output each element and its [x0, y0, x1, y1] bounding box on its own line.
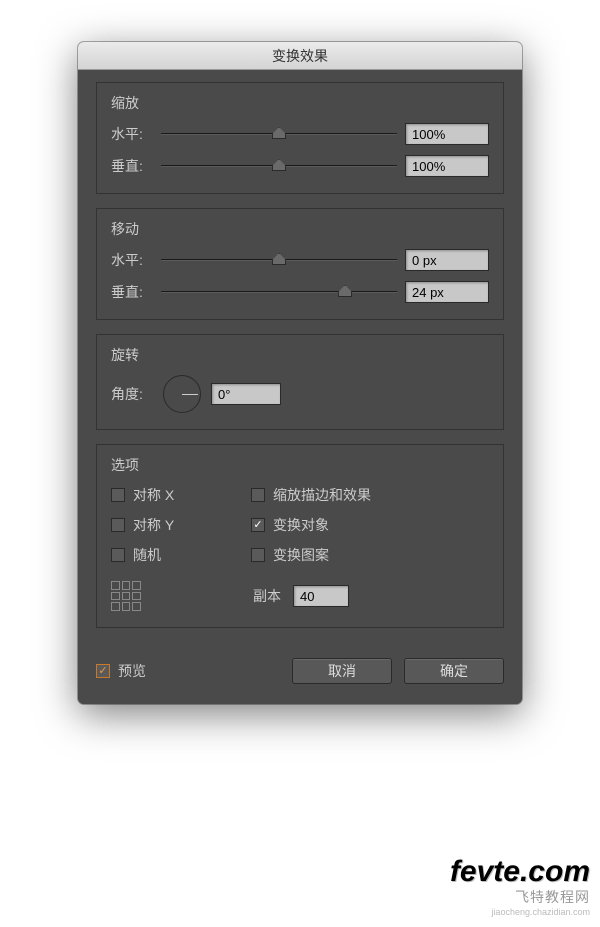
scale-group: 缩放 水平: 100% 垂直: 100% [96, 82, 504, 194]
scale-strokes-label: 缩放描边和效果 [273, 485, 371, 505]
checkbox-icon [251, 548, 265, 562]
checkbox-icon [111, 518, 125, 532]
transform-patterns-label: 变换图案 [273, 545, 329, 565]
preview-label: 预览 [118, 661, 146, 681]
move-horizontal-input[interactable]: 0 px [405, 249, 489, 271]
scale-horizontal-label: 水平: [111, 124, 153, 144]
watermark-main: fevte.com [450, 857, 590, 887]
transform-objects-label: 变换对象 [273, 515, 329, 535]
transform-objects-checkbox[interactable]: ✓ 变换对象 [251, 515, 329, 535]
transform-patterns-checkbox[interactable]: 变换图案 [251, 545, 329, 565]
scale-horizontal-slider[interactable] [161, 126, 397, 142]
copies-row: 副本 40 [111, 581, 489, 611]
move-group-label: 移动 [111, 219, 489, 239]
scale-horizontal-row: 水平: 100% [111, 123, 489, 145]
button-group: 取消 确定 [292, 658, 504, 684]
rotate-group: 旋转 角度: 0° [96, 334, 504, 430]
checkbox-icon: ✓ [251, 518, 265, 532]
bottom-row: ✓ 预览 取消 确定 [96, 658, 504, 684]
scale-strokes-checkbox[interactable]: 缩放描边和效果 [251, 485, 371, 505]
move-vertical-row: 垂直: 24 px [111, 281, 489, 303]
watermark: fevte.com 飞特教程网 jiaocheng.chazidian.com [450, 857, 590, 917]
options-group: 选项 对称 X 缩放描边和效果 对称 Y [96, 444, 504, 628]
reflect-y-checkbox[interactable]: 对称 Y [111, 515, 251, 535]
dialog-window: 变换效果 缩放 水平: 100% 垂直: 100% [78, 42, 522, 704]
dialog-content: 缩放 水平: 100% 垂直: 100% 移动 水平: [78, 70, 522, 704]
checkbox-icon [251, 488, 265, 502]
reflect-x-label: 对称 X [133, 485, 174, 505]
checkbox-icon [111, 488, 125, 502]
ok-button[interactable]: 确定 [404, 658, 504, 684]
angle-input[interactable]: 0° [211, 383, 281, 405]
copies-label: 副本 [253, 586, 281, 606]
watermark-sub: 飞特教程网 [450, 887, 590, 907]
preview-checkbox[interactable]: ✓ 预览 [96, 661, 146, 681]
random-label: 随机 [133, 545, 161, 565]
scale-vertical-row: 垂直: 100% [111, 155, 489, 177]
scale-vertical-label: 垂直: [111, 156, 153, 176]
watermark-tiny: jiaocheng.chazidian.com [450, 907, 590, 917]
angle-row: 角度: 0° [111, 375, 489, 413]
reflect-y-label: 对称 Y [133, 515, 174, 535]
move-horizontal-label: 水平: [111, 250, 153, 270]
move-horizontal-row: 水平: 0 px [111, 249, 489, 271]
move-group: 移动 水平: 0 px 垂直: 24 px [96, 208, 504, 320]
options-group-label: 选项 [111, 455, 489, 475]
angle-dial[interactable] [163, 375, 201, 413]
dialog-title: 变换效果 [272, 46, 328, 66]
checkbox-icon [111, 548, 125, 562]
move-horizontal-slider[interactable] [161, 252, 397, 268]
scale-horizontal-input[interactable]: 100% [405, 123, 489, 145]
reflect-x-checkbox[interactable]: 对称 X [111, 485, 251, 505]
angle-label: 角度: [111, 384, 153, 404]
cancel-button[interactable]: 取消 [292, 658, 392, 684]
scale-vertical-slider[interactable] [161, 158, 397, 174]
move-vertical-input[interactable]: 24 px [405, 281, 489, 303]
scale-group-label: 缩放 [111, 93, 489, 113]
copies-input[interactable]: 40 [293, 585, 349, 607]
move-vertical-slider[interactable] [161, 284, 397, 300]
rotate-group-label: 旋转 [111, 345, 489, 365]
registration-point[interactable] [111, 581, 141, 611]
checkbox-icon: ✓ [96, 664, 110, 678]
scale-vertical-input[interactable]: 100% [405, 155, 489, 177]
move-vertical-label: 垂直: [111, 282, 153, 302]
title-bar: 变换效果 [78, 42, 522, 70]
random-checkbox[interactable]: 随机 [111, 545, 251, 565]
